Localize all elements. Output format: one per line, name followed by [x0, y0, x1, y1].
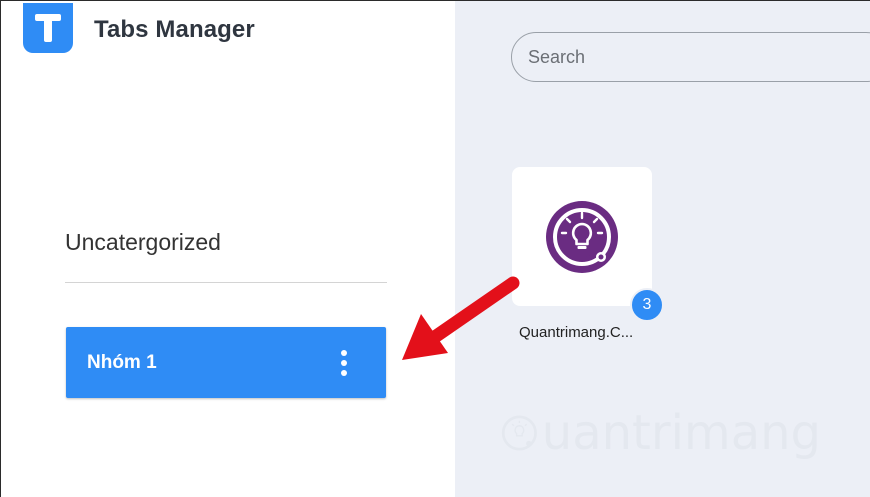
logo-t-icon: [35, 14, 61, 42]
tab-caption: Quantrimang.C...: [519, 324, 634, 341]
tab-count-badge: 3: [630, 288, 664, 322]
group-label: Nhóm 1: [87, 352, 157, 373]
category-divider: [65, 282, 387, 283]
app-title: Tabs Manager: [94, 16, 255, 43]
search-input[interactable]: [511, 32, 870, 82]
annotation-arrow-icon: [402, 276, 520, 360]
watermark-text: uantrimang: [541, 405, 821, 461]
watermark: uantrimang: [501, 397, 821, 469]
watermark-lightbulb-icon: [501, 415, 537, 451]
more-options-icon[interactable]: [334, 347, 354, 379]
category-title: Uncatergorized: [65, 229, 221, 255]
sidebar: Tabs Manager Uncatergorized Nhóm 1: [1, 1, 455, 497]
group-item-nhom-1[interactable]: Nhóm 1: [66, 327, 386, 398]
app-window: Tabs Manager Uncatergorized Nhóm 1 Searc…: [0, 0, 870, 497]
app-logo: [23, 3, 73, 53]
tab-card[interactable]: [512, 167, 652, 306]
lightbulb-icon: [546, 201, 618, 273]
